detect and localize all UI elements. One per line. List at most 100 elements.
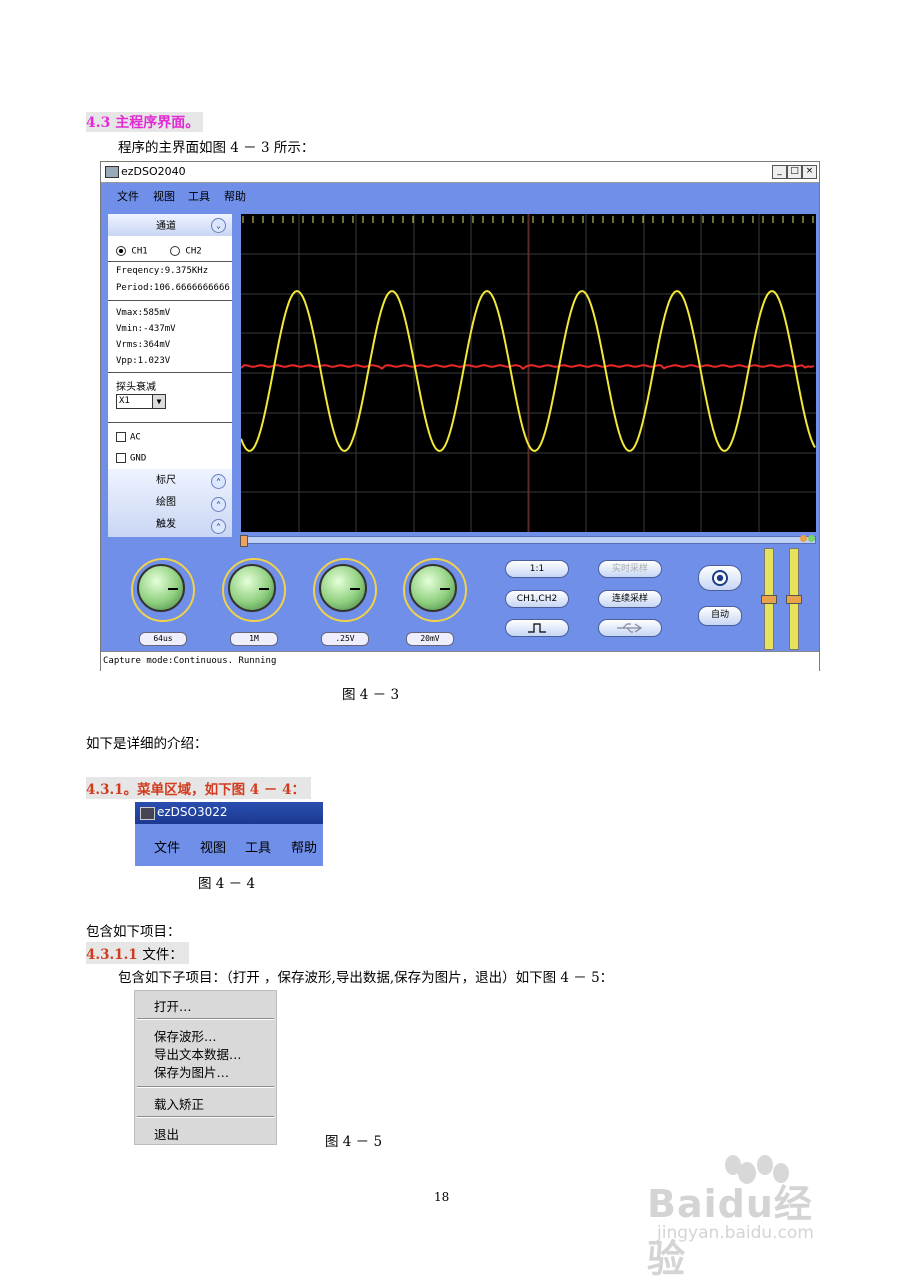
usb-button[interactable] [598,619,662,637]
zoom-in-icon[interactable] [808,535,815,542]
menu-tools[interactable]: 工具 [245,837,271,856]
probe-select[interactable]: X1 ▼ [116,394,166,409]
menu-item-save-image[interactable]: 保存为图片… [154,1062,229,1081]
app-icon [105,166,119,178]
channel-header[interactable]: 通道 ⌄ [108,214,232,236]
ch1-radio[interactable]: CH1 [116,246,148,257]
continuous-sample-button[interactable]: 连续采样 [598,590,662,608]
slider-thumb[interactable] [786,595,802,604]
minimize-icon[interactable]: _ [772,165,787,179]
menu-item-exit[interactable]: 退出 [154,1124,179,1143]
expand-chevron-icon[interactable]: ⌃ [211,497,226,512]
baidu-watermark: Baidu经验 jingyan.baidu.com [647,1143,847,1281]
volts-knob[interactable] [313,558,379,624]
usb-icon [617,623,643,633]
menu-separator [137,1018,274,1020]
title-bar: ezDSO2040 _ □ × [101,162,819,183]
pulse-icon [528,623,546,633]
menu-item-open[interactable]: 打开… [154,996,192,1015]
channel-panel: 通道 ⌄ CH1 CH2 Freqency:9.375KHz Period:10… [108,214,232,537]
section-number: 4.3.1.1 [86,947,138,963]
ch2-radio[interactable]: CH2 [170,246,202,257]
ch2-offset-slider[interactable] [786,548,802,650]
ac-label: AC [130,432,141,443]
mini-title-bar: ezDSO3022 [135,802,323,824]
record-icon [712,570,728,586]
period-readout: Period:106.6666666666 [116,283,230,293]
file-menu-dropdown: 打开… 保存波形… 导出文本数据… 保存为图片… 载入矫正 退出 [134,990,277,1145]
gnd-checkbox[interactable]: GND [116,453,146,464]
scroll-thumb[interactable] [240,535,248,547]
vmax-readout: Vmax:585mV [116,308,171,318]
menu-item-export-text[interactable]: 导出文本数据… [154,1044,242,1063]
mini-window-title: ezDSO3022 [157,805,228,819]
menu-separator [137,1086,274,1088]
menu-file[interactable]: 文件 [154,837,180,856]
figure-caption-4-3: 图 4 － 3 [342,687,400,703]
mini-menu-bar: 文件 视图 工具 帮助 [135,824,323,866]
samplerate-label: 1M [230,632,278,646]
menu-area-screenshot: ezDSO3022 文件 视图 工具 帮助 [135,802,323,866]
oscilloscope-window: ezDSO2040 _ □ × 文件 视图 工具 帮助 通道 ⌄ CH1 CH2… [100,161,820,671]
run-stop-button[interactable] [698,565,742,591]
intro-paragraph: 程序的主界面如图 4 － 3 所示： [118,140,315,156]
auto-button[interactable]: 自动 [698,606,742,626]
section-heading-4-3: 4.3 主程序界面。 [86,112,204,132]
status-bar: Capture mode:Continuous. Running [101,651,819,671]
maximize-icon[interactable]: □ [787,165,802,179]
section-title: 文件： [142,947,183,963]
ac-checkbox[interactable]: AC [116,432,141,443]
menu-separator [137,1116,274,1118]
trigger-level-knob[interactable] [403,558,469,624]
menu-view[interactable]: 视图 [200,837,226,856]
collapse-chevron-icon[interactable]: ⌄ [211,218,226,233]
close-icon[interactable]: × [802,165,817,179]
scope-display[interactable] [240,214,816,532]
vpp-readout: Vpp:1.023V [116,356,171,366]
realtime-sample-button[interactable]: 实时采样 [598,560,662,578]
time-scrollbar[interactable] [240,535,816,547]
timebase-knob[interactable] [131,558,197,624]
waveform-plot [240,214,816,532]
sub-items-paragraph: 包含如下子项目：（打开 ，保存波形,导出数据,保存为图片，退出）如下图 4 － … [118,970,614,986]
menu-help[interactable]: 帮助 [224,188,246,204]
zoom-out-icon[interactable] [800,535,807,542]
menu-bar: 文件 视图 工具 帮助 [101,183,819,207]
ruler-label[interactable]: 标尺 [156,471,176,486]
page-number: 18 [434,1190,450,1204]
menu-item-save-wave[interactable]: 保存波形… [154,1026,217,1045]
section-number: 4.3.1。 [86,782,138,798]
section-title: 主程序界面。 [115,115,200,131]
menu-file[interactable]: 文件 [117,188,139,204]
trigger-edge-button[interactable] [505,619,569,637]
probe-value: X1 [119,396,130,406]
vmin-readout: Vmin:-437mV [116,324,176,334]
menu-view[interactable]: 视图 [153,188,175,204]
divider [108,372,232,373]
probe-label: 探头衰减 [116,382,156,393]
status-text: Capture mode:Continuous. Running [103,656,277,666]
expand-chevron-icon[interactable]: ⌃ [211,519,226,534]
slider-thumb[interactable] [761,595,777,604]
includes-text: 包含如下项目： [86,924,181,940]
channels-button[interactable]: CH1,CH2 [505,590,569,608]
section-heading-4-3-1-1: 4.3.1.1 文件： [86,942,189,964]
volts-label: .25V [321,632,369,646]
collapsed-sections: 标尺 绘图 触发 ⌃ ⌃ ⌃ [108,469,232,537]
divider [108,261,232,262]
trigger-label[interactable]: 触发 [156,515,176,530]
dropdown-arrow-icon[interactable]: ▼ [152,395,165,408]
menu-help[interactable]: 帮助 [291,837,317,856]
divider [108,422,232,423]
timebase-label: 64us [139,632,187,646]
draw-label[interactable]: 绘图 [156,493,176,508]
ch2-label: CH2 [185,246,202,257]
menu-tools[interactable]: 工具 [188,188,210,204]
ratio-button[interactable]: 1:1 [505,560,569,578]
samplerate-knob[interactable] [222,558,288,624]
expand-chevron-icon[interactable]: ⌃ [211,474,226,489]
menu-item-load-calibration[interactable]: 载入矫正 [154,1094,204,1113]
frequency-readout: Freqency:9.375KHz [116,266,209,276]
ch1-offset-slider[interactable] [761,548,777,650]
app-icon [140,807,155,820]
